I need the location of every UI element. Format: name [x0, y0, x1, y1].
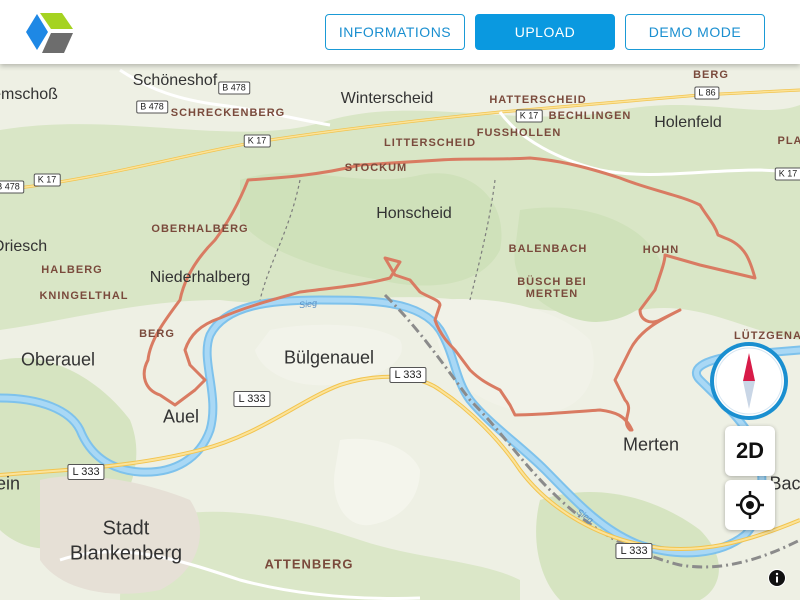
place-honscheid: Honscheid [376, 205, 452, 222]
road-shield-k17: K 17 [243, 134, 271, 148]
locality-litterscheid: LITTERSCHEID [383, 137, 477, 149]
road-shield-l333: L 333 [615, 543, 653, 559]
locality-berg-top: BERG [693, 69, 729, 81]
informations-button[interactable]: INFORMATIONS [325, 14, 465, 50]
place-winterscheid: Winterscheid [340, 90, 434, 107]
place-emschoss: emschoß [0, 86, 58, 103]
road-shield-l86: L 86 [694, 86, 720, 100]
locality-oberhalberg: OBERHALBERG [151, 223, 249, 235]
place-holenfeld: Holenfeld [654, 114, 722, 131]
map-view[interactable]: Schöneshof emschoß Winterscheid Holenfel… [0, 64, 800, 600]
locality-kningelthal: KNINGELTHAL [39, 290, 129, 302]
app-header: INFORMATIONS UPLOAD DEMO MODE [0, 0, 800, 64]
locality-berg: BERG [139, 328, 175, 340]
road-shield-b478: B 478 [136, 100, 168, 114]
place-stadt: Stadt [102, 517, 150, 540]
road-shield-l333: L 333 [233, 391, 271, 407]
road-shield-k17: K 17 [515, 109, 543, 123]
road-shield-l333: L 333 [389, 367, 427, 383]
locality-halberg: HALBERG [41, 264, 103, 276]
place-auel: Auel [162, 406, 200, 427]
place-merten: Merten [622, 434, 680, 455]
place-driesch: Driesch [0, 238, 48, 255]
locality-fusshollen: FUSSHOLLEN [476, 127, 562, 139]
place-oberauel: Oberauel [20, 349, 96, 370]
demo-mode-button[interactable]: DEMO MODE [625, 14, 765, 50]
locality-balenbach: BALENBACH [508, 243, 588, 255]
locality-hatterscheid: HATTERSCHEID [489, 94, 587, 106]
road-shield-k17: K 17 [33, 173, 61, 187]
locate-crosshair-icon[interactable] [725, 480, 775, 530]
upload-button[interactable]: UPLOAD [475, 14, 615, 50]
compass-icon[interactable] [708, 340, 790, 422]
info-icon[interactable] [768, 569, 786, 587]
locality-attenberg: ATTENBERG [264, 556, 354, 572]
road-shield-l333: L 333 [67, 464, 105, 480]
locality-bechlingen: BECHLINGEN [548, 110, 632, 122]
locality-schreckenberg: SCHRECKENBERG [170, 107, 286, 119]
cube-logo-icon[interactable] [24, 9, 76, 55]
place-blankenberg: Blankenberg [69, 542, 183, 565]
road-shield-b478: B 478 [0, 180, 24, 194]
locality-stockum: STOCKUM [344, 162, 408, 174]
road-shield-k17: K 17 [774, 167, 800, 181]
road-shield-b478: B 478 [218, 81, 250, 95]
locality-buesch-bei-merten: BÜSCH BEI MERTEN [517, 276, 587, 300]
place-schoeneshof: Schöneshof [132, 72, 218, 89]
locality-hohn: HOHN [642, 244, 680, 256]
place-niederhalberg: Niederhalberg [149, 269, 251, 286]
view-mode-2d-button[interactable]: 2D [725, 426, 775, 476]
locality-pla: PLA [777, 135, 800, 147]
place-ein: ein [0, 473, 21, 494]
place-buelgenauel: Bülgenauel [283, 347, 375, 368]
